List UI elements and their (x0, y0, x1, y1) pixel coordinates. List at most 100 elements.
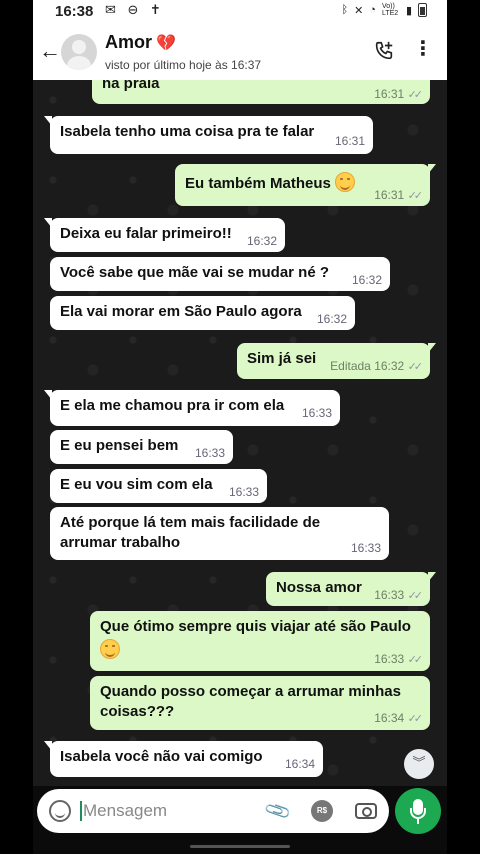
message-incoming[interactable]: E ela me chamou pra ir com ela 16:33 (44, 390, 340, 426)
message-outgoing[interactable]: na praia 16:31 ✓✓ (92, 80, 430, 104)
bluetooth-icon: ᛒ (341, 4, 349, 16)
chat-header: ← Amor 💔 visto por último hoje às 16:37 ⋮ (33, 24, 447, 80)
chevron-double-down-icon: ︾ (412, 755, 426, 770)
message-time: 16:33 (350, 541, 381, 555)
last-seen-status: visto por último hoje às 16:37 (105, 58, 262, 72)
message-outgoing[interactable]: Que ótimo sempre quis viajar até são Pau… (90, 611, 430, 671)
message-text: Quando posso começar a arrumar minhas co… (100, 682, 401, 722)
message-incoming[interactable]: Você sabe que mãe vai se mudar né ? 16:3… (50, 257, 390, 291)
read-ticks-icon: ✓✓ (407, 654, 424, 666)
phone-screen: 16:38 ✉ ⊖ ✝ ᛒ ✕ ◔ Vo)) LTE2 ▮ ← Amor 💔 vi… (33, 0, 447, 854)
message-text: Até porque lá tem mais facilidade de arr… (60, 513, 320, 553)
message-text-content: Que ótimo sempre quis viajar até são Pau… (100, 618, 411, 635)
message-text: Ela vai morar em São Paulo agora (60, 303, 302, 320)
message-time: 16:33 (301, 406, 332, 420)
notification-icons: ✉ ⊖ ✝ (105, 2, 165, 17)
contact-name-text: Amor (105, 32, 153, 52)
message-meta: 16:34 ✓✓ (374, 711, 424, 725)
message-meta: Editada 16:32 ✓✓ (330, 359, 424, 373)
attach-icon[interactable]: 📎 (263, 797, 293, 826)
smiling-face-emoji-icon (100, 639, 120, 659)
contact-name[interactable]: Amor 💔 (105, 32, 176, 53)
message-meta: 16:31 ✓✓ (374, 87, 424, 101)
kebab-menu-icon[interactable]: ⋮ (413, 39, 433, 59)
message-time: 16:31 (334, 134, 365, 148)
back-arrow-icon[interactable]: ← (39, 38, 61, 64)
message-text: Isabela tenho uma coisa pra te falar (60, 123, 315, 140)
message-time: 16:31 (374, 87, 405, 101)
system-icons: ᛒ ✕ ◔ Vo)) LTE2 ▮ (341, 3, 427, 17)
message-input-box: 📎 R$ (37, 789, 389, 833)
message-text: Isabela você não vai comigo (60, 748, 263, 765)
message-outgoing[interactable]: Sim já sei Editada 16:32 ✓✓ (237, 343, 436, 379)
message-incoming[interactable]: Deixa eu falar primeiro!! 16:32 (44, 218, 285, 252)
message-text: na praia (102, 80, 160, 92)
camera-icon[interactable] (355, 803, 377, 819)
message-time: 16:33 (228, 485, 259, 499)
smiling-face-emoji-icon (335, 172, 356, 192)
message-incoming[interactable]: Isabela você não vai comigo 16:34 (44, 741, 323, 777)
message-time: 16:34 (284, 757, 315, 771)
message-input[interactable] (83, 798, 243, 824)
message-meta: 16:31 ✓✓ (374, 188, 424, 202)
message-incoming[interactable]: E eu vou sim com ela 16:33 (50, 469, 267, 503)
composer-bar: 📎 R$ (33, 786, 447, 840)
message-line: arrumar trabalho (60, 534, 181, 551)
message-time: Editada 16:32 (330, 359, 405, 373)
message-incoming[interactable]: Até porque lá tem mais facilidade de arr… (50, 507, 389, 560)
mic-button[interactable] (395, 788, 441, 834)
network-label: Vo)) LTE2 (381, 3, 399, 17)
status-time: 16:38 (55, 3, 94, 20)
message-incoming[interactable]: Ela vai morar em São Paulo agora 16:32 (50, 296, 355, 330)
read-ticks-icon: ✓✓ (407, 89, 424, 101)
add-call-icon[interactable] (373, 40, 395, 62)
message-text: E ela me chamou pra ir com ela (60, 397, 285, 414)
message-time: 16:33 (374, 652, 405, 666)
message-outgoing[interactable]: Eu também Matheus 16:31 ✓✓ (175, 164, 436, 206)
read-ticks-icon: ✓✓ (407, 190, 424, 202)
read-ticks-icon: ✓✓ (407, 713, 424, 725)
payment-icon[interactable]: R$ (311, 800, 333, 822)
message-incoming[interactable]: E eu pensei bem 16:33 (50, 430, 233, 464)
status-bar: 16:38 ✉ ⊖ ✝ ᛒ ✕ ◔ Vo)) LTE2 ▮ (33, 0, 447, 24)
wifi-icon: ◔ (369, 4, 376, 16)
scroll-to-bottom-button[interactable]: ︾ (404, 749, 434, 779)
message-text: Você sabe que mãe vai se mudar né ? (60, 264, 330, 281)
message-time: 16:33 (194, 446, 225, 460)
message-time: 16:32 (246, 234, 277, 248)
read-ticks-icon: ✓✓ (407, 361, 424, 373)
message-line: Até porque lá tem mais facilidade de (60, 514, 321, 531)
message-list[interactable]: na praia 16:31 ✓✓ Isabela tenho uma cois… (33, 80, 447, 786)
gesture-nav-bar (33, 840, 447, 854)
battery-icon (418, 3, 427, 17)
mic-icon-stand (410, 808, 426, 819)
message-time: 16:34 (374, 711, 405, 725)
broken-heart-icon: 💔 (156, 35, 176, 52)
text-cursor (80, 801, 82, 821)
message-outgoing[interactable]: Quando posso começar a arrumar minhas co… (90, 676, 430, 730)
message-line: coisas??? (100, 703, 175, 720)
message-meta: 16:33 ✓✓ (374, 652, 424, 666)
message-text: E eu vou sim com ela (60, 476, 213, 493)
avatar[interactable] (61, 34, 97, 70)
message-time: 16:33 (374, 588, 405, 602)
mute-icon: ✕ (354, 4, 364, 17)
mic-icon-base (417, 819, 419, 824)
message-outgoing[interactable]: Nossa amor 16:33 ✓✓ (266, 572, 436, 606)
message-text: Deixa eu falar primeiro!! (60, 225, 232, 242)
message-time: 16:32 (351, 273, 382, 287)
message-text: Eu também Matheus (185, 172, 356, 194)
message-line: Quando posso começar a arrumar minhas (100, 683, 401, 700)
message-text-content: Eu também Matheus (185, 175, 331, 192)
message-meta: 16:33 ✓✓ (374, 588, 423, 602)
message-text: Nossa amor (276, 579, 362, 596)
message-text: Que ótimo sempre quis viajar até são Pau… (100, 615, 411, 663)
message-text: E eu pensei bem (60, 437, 179, 454)
message-time: 16:31 (374, 188, 405, 202)
message-time: 16:32 (316, 312, 347, 326)
message-text: Sim já sei (247, 350, 317, 367)
signal-icon: ▮ (405, 4, 412, 17)
emoji-icon[interactable] (49, 800, 71, 822)
message-incoming[interactable]: Isabela tenho uma coisa pra te falar 16:… (44, 116, 373, 154)
home-indicator[interactable] (190, 845, 290, 848)
